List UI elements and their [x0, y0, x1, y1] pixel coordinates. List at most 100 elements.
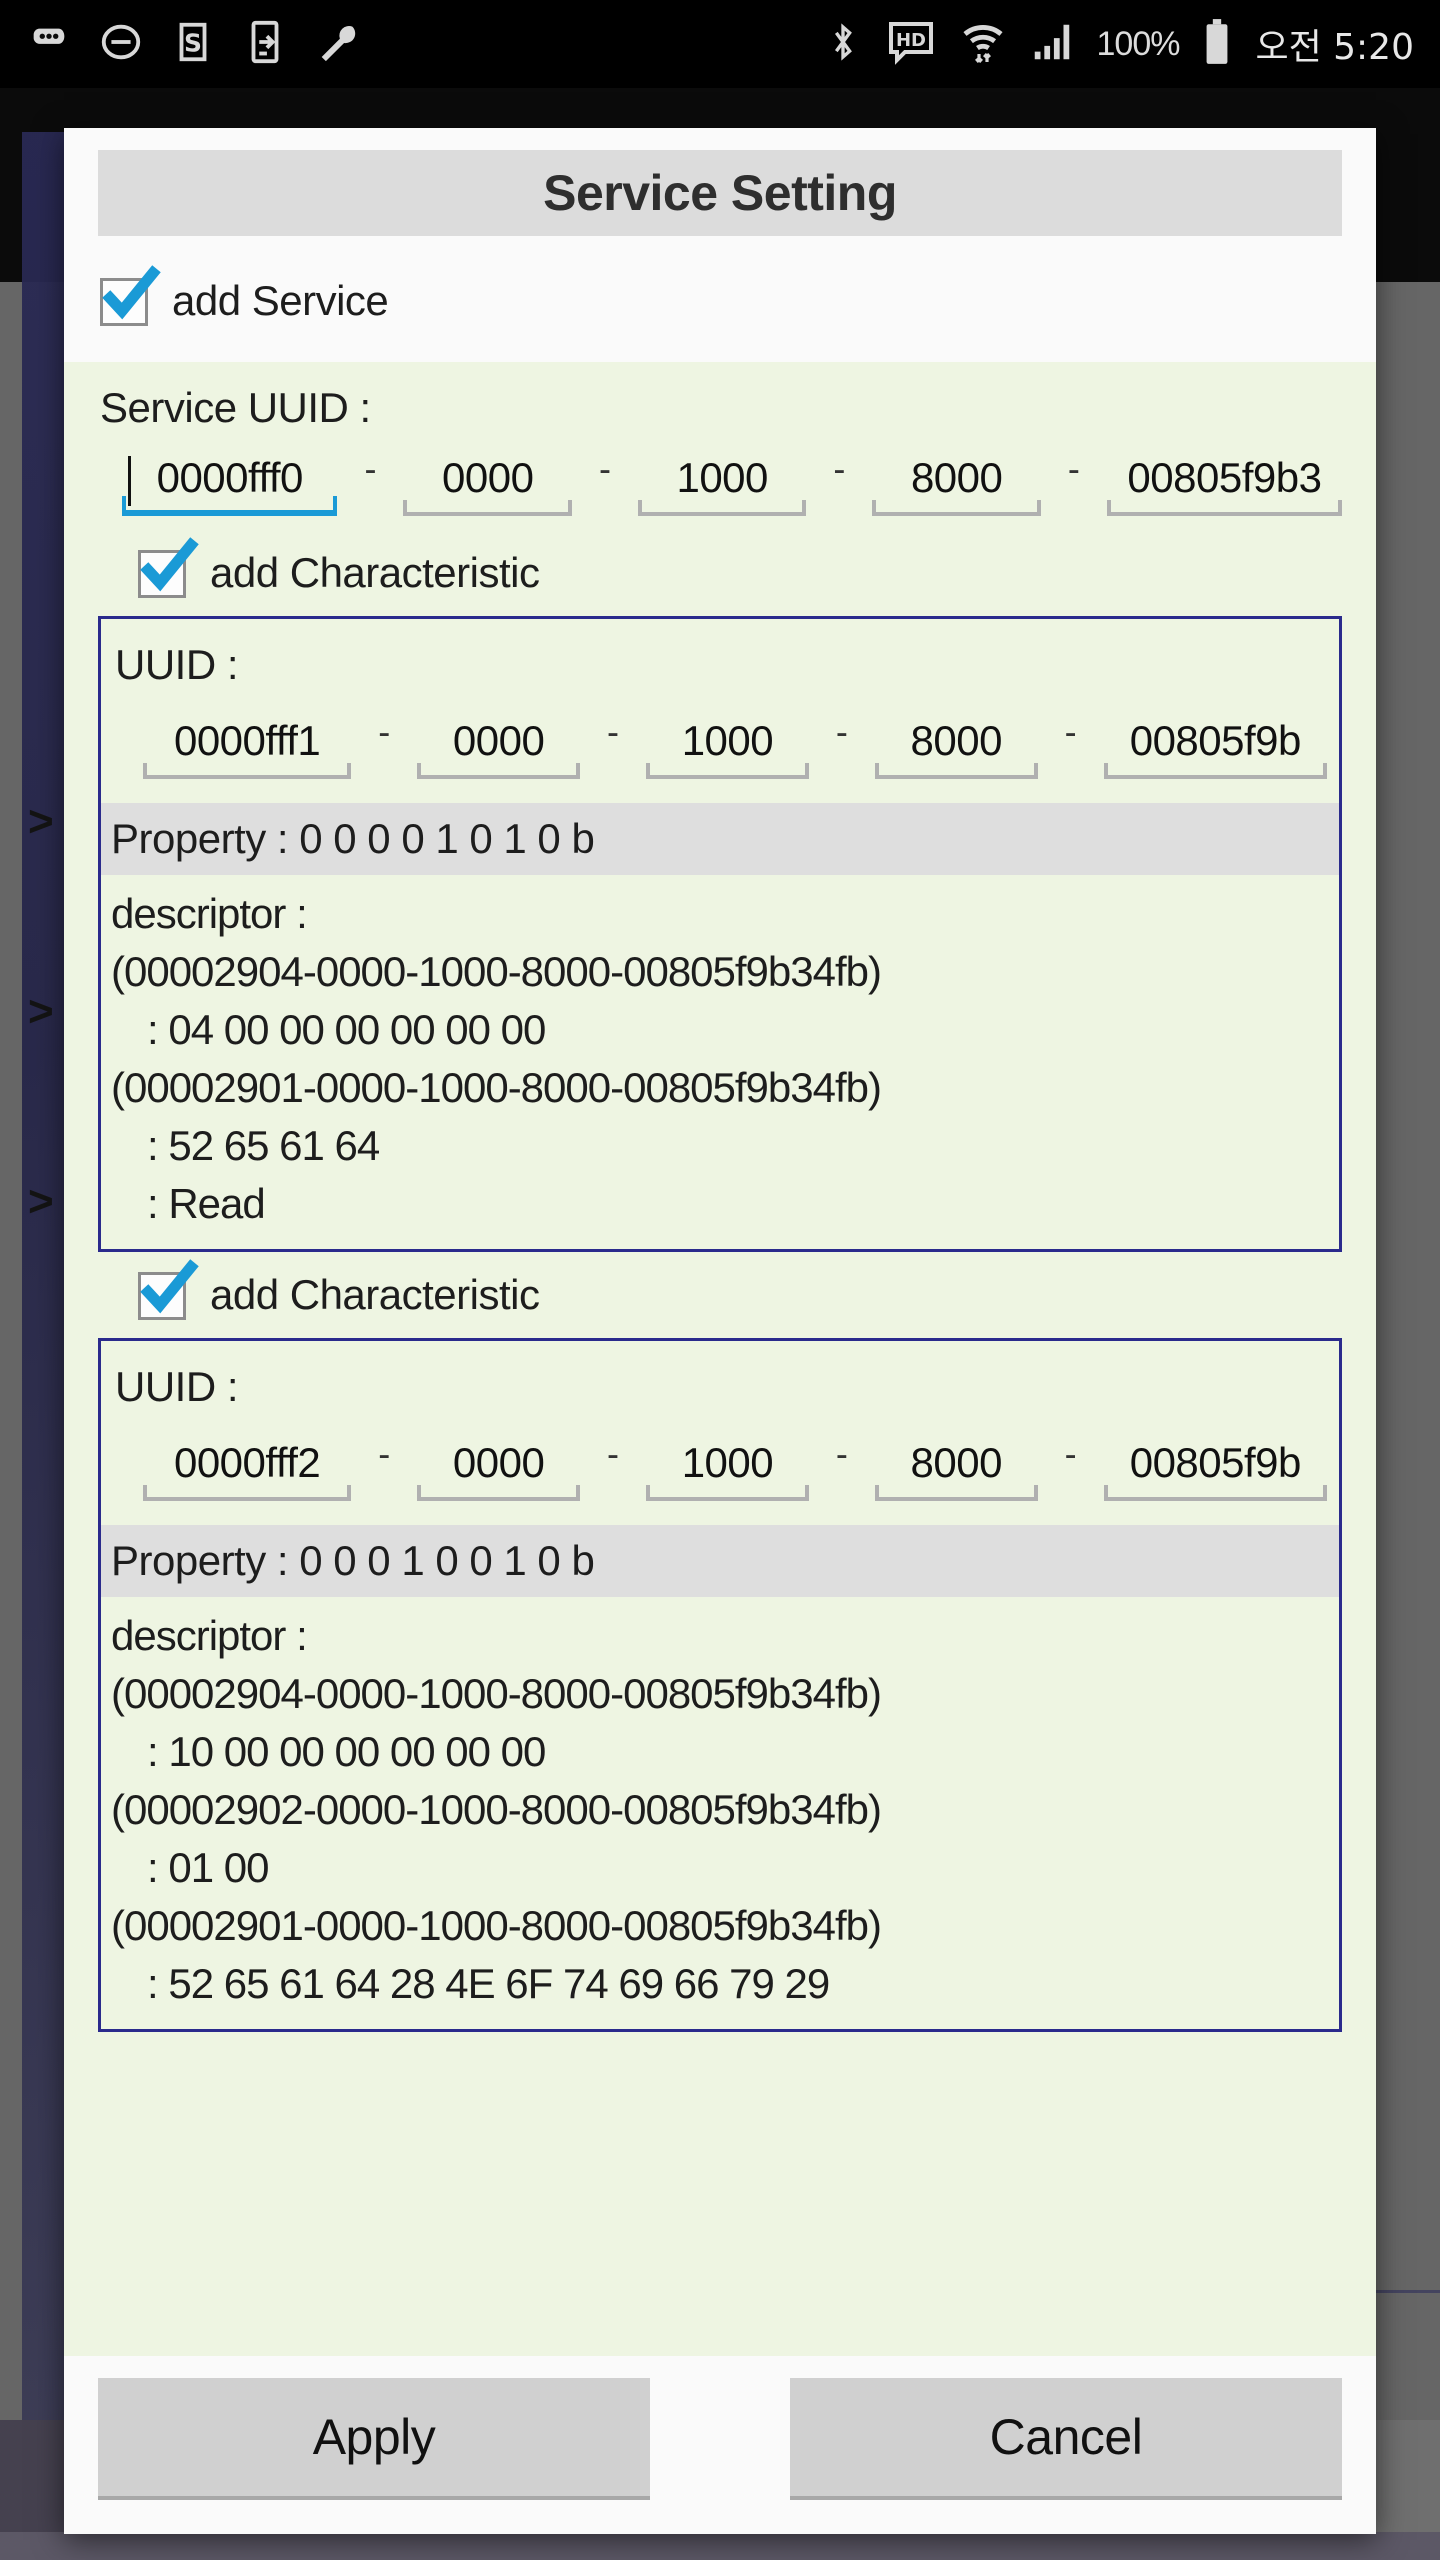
checkmark-icon	[134, 1258, 200, 1324]
add-service-label: add Service	[172, 277, 389, 324]
characteristic-panel-2: UUID : 0000fff2 - 0000 - 1000 - 8000 - 0…	[98, 1338, 1342, 2032]
service-uuid-field-3[interactable]: 1000	[637, 454, 807, 516]
service-uuid-value-3: 1000	[676, 454, 768, 501]
service-uuid-value-5: 00805f9b3	[1127, 454, 1322, 501]
char1-uuid-field-5[interactable]: 00805f9b	[1103, 717, 1328, 779]
char1-uuid-field-4[interactable]: 8000	[874, 717, 1038, 779]
service-uuid-field-4[interactable]: 8000	[872, 454, 1042, 516]
characteristic-uuid-row-1: 0000fff1 - 0000 - 1000 - 8000 - 00805f9b	[113, 705, 1328, 793]
field-underline	[417, 1485, 581, 1501]
uuid-dash-2: -	[598, 448, 611, 489]
field-underline	[1103, 763, 1328, 779]
characteristic-descriptor-block-1: descriptor : (00002904-0000-1000-8000-00…	[101, 875, 1339, 1233]
clock-label: 오전 5:20	[1255, 27, 1414, 68]
service-uuid-field-2[interactable]: 0000	[403, 454, 573, 516]
descriptor-line: (00002904-0000-1000-8000-00805f9b34fb)	[111, 948, 882, 995]
char2-uuid-field-4[interactable]: 8000	[874, 1439, 1038, 1501]
descriptor-line: (00002901-0000-1000-8000-00805f9b34fb)	[111, 1902, 882, 1949]
cancel-button[interactable]: Cancel	[790, 2378, 1342, 2500]
characteristic-uuid-row-2: 0000fff2 - 0000 - 1000 - 8000 - 00805f9b	[113, 1427, 1328, 1515]
apply-button[interactable]: Apply	[98, 2378, 650, 2500]
add-service-row[interactable]: add Service	[64, 236, 1376, 362]
dialog-button-bar: Apply Cancel	[64, 2356, 1376, 2534]
field-underline	[143, 1485, 352, 1501]
char1-uuid-value-4: 8000	[910, 717, 1003, 764]
char2-uuid-field-1[interactable]: 0000fff2	[143, 1439, 352, 1501]
field-underline	[872, 500, 1042, 516]
background-chevron-icon-1: >	[28, 797, 54, 846]
field-underline	[1106, 500, 1343, 516]
more-dots-icon	[26, 19, 72, 70]
wrench-icon	[314, 19, 360, 70]
dialog-scroll-body[interactable]: Service UUID : 0000fff0 - 0000 - 1000 -	[64, 362, 1376, 2356]
descriptor-line: (00002904-0000-1000-8000-00805f9b34fb)	[111, 1670, 882, 1717]
descriptor-line: : 01 00	[147, 1844, 269, 1891]
field-underline	[1103, 1485, 1328, 1501]
char2-uuid-field-3[interactable]: 1000	[646, 1439, 809, 1501]
descriptor-line: (00002901-0000-1000-8000-00805f9b34fb)	[111, 1064, 882, 1111]
checkmark-icon	[134, 536, 200, 602]
uuid-dash-3: -	[835, 1433, 848, 1474]
uuid-dash-2: -	[607, 1433, 620, 1474]
service-uuid-field-5[interactable]: 00805f9b3	[1106, 454, 1343, 516]
field-underline	[874, 1485, 1038, 1501]
uuid-dash-3: -	[835, 711, 848, 752]
service-uuid-row: 0000fff0 - 0000 - 1000 - 8000 - 00805f9b…	[98, 442, 1343, 530]
add-characteristic-row-1[interactable]: add Characteristic	[98, 530, 1342, 616]
char1-uuid-value-3: 1000	[681, 717, 774, 764]
uuid-dash-1: -	[364, 448, 377, 489]
field-underline	[646, 763, 809, 779]
status-bar: S HD 100% 오전 5:20	[0, 0, 1440, 88]
wifi-icon	[959, 18, 1007, 71]
service-uuid-field-1[interactable]: 0000fff0	[122, 454, 338, 516]
phone-screen: > > > S HD 100% 오전 5:20 Service Setting …	[0, 0, 1440, 2560]
uuid-dash-1: -	[378, 711, 391, 752]
char2-uuid-value-5: 00805f9b	[1129, 1439, 1302, 1486]
background-chevron-icon-3: >	[28, 1177, 54, 1226]
descriptor-line: (00002902-0000-1000-8000-00805f9b34fb)	[111, 1786, 882, 1833]
field-underline	[143, 763, 352, 779]
char2-uuid-field-5[interactable]: 00805f9b	[1103, 1439, 1328, 1501]
field-underline	[403, 500, 573, 516]
char1-uuid-value-1: 0000fff1	[173, 717, 321, 764]
uuid-dash-1: -	[378, 1433, 391, 1474]
characteristic-property-2[interactable]: Property : 0 0 0 1 0 0 1 0 b	[101, 1525, 1339, 1597]
char1-uuid-value-2: 0000	[452, 717, 545, 764]
text-caret	[128, 456, 131, 506]
bluetooth-icon	[823, 18, 863, 71]
uuid-dash-4: -	[1067, 448, 1080, 489]
status-bar-right-icons: HD 100% 오전 5:20	[823, 17, 1414, 72]
svg-text:S: S	[184, 28, 202, 57]
service-uuid-value-4: 8000	[910, 454, 1003, 501]
service-uuid-value-2: 0000	[442, 454, 534, 501]
service-uuid-label: Service UUID :	[100, 384, 371, 431]
add-characteristic-row-2[interactable]: add Characteristic	[98, 1252, 1342, 1338]
battery-percentage-label: 100%	[1096, 24, 1181, 63]
add-characteristic-checkbox-2[interactable]	[136, 1259, 199, 1322]
background-chevron-icon-2: >	[28, 987, 54, 1036]
add-service-checkbox[interactable]	[98, 265, 161, 328]
uuid-dash-4: -	[1064, 1433, 1077, 1474]
phone-transfer-icon	[242, 19, 288, 70]
char1-uuid-field-1[interactable]: 0000fff1	[143, 717, 352, 779]
uuid-dash-2: -	[607, 711, 620, 752]
char2-uuid-value-4: 8000	[910, 1439, 1003, 1486]
add-characteristic-checkbox-1[interactable]	[136, 537, 199, 600]
char1-uuid-field-3[interactable]: 1000	[646, 717, 809, 779]
descriptor-line: : Read	[147, 1180, 266, 1227]
do-not-disturb-icon	[98, 19, 144, 70]
descriptor-line: : 52 65 61 64 28 4E 6F 74 69 66 79 29	[147, 1960, 830, 2007]
checkmark-icon	[96, 264, 162, 330]
service-uuid-value-1: 0000fff0	[156, 454, 304, 501]
dialog-title: Service Setting	[98, 150, 1342, 236]
status-bar-left-icons: S	[26, 19, 360, 70]
char1-uuid-field-2[interactable]: 0000	[417, 717, 581, 779]
add-characteristic-label-1: add Characteristic	[210, 549, 540, 596]
char2-uuid-field-2[interactable]: 0000	[417, 1439, 581, 1501]
characteristic-panel-1: UUID : 0000fff1 - 0000 - 1000 - 8000 - 0…	[98, 616, 1342, 1252]
characteristic-property-1[interactable]: Property : 0 0 0 0 1 0 1 0 b	[101, 803, 1339, 875]
signal-bars-icon	[1029, 18, 1075, 71]
characteristic-descriptor-block-2: descriptor : (00002904-0000-1000-8000-00…	[101, 1597, 1339, 2013]
char2-uuid-value-1: 0000fff2	[173, 1439, 321, 1486]
add-characteristic-label-2: add Characteristic	[210, 1271, 540, 1318]
